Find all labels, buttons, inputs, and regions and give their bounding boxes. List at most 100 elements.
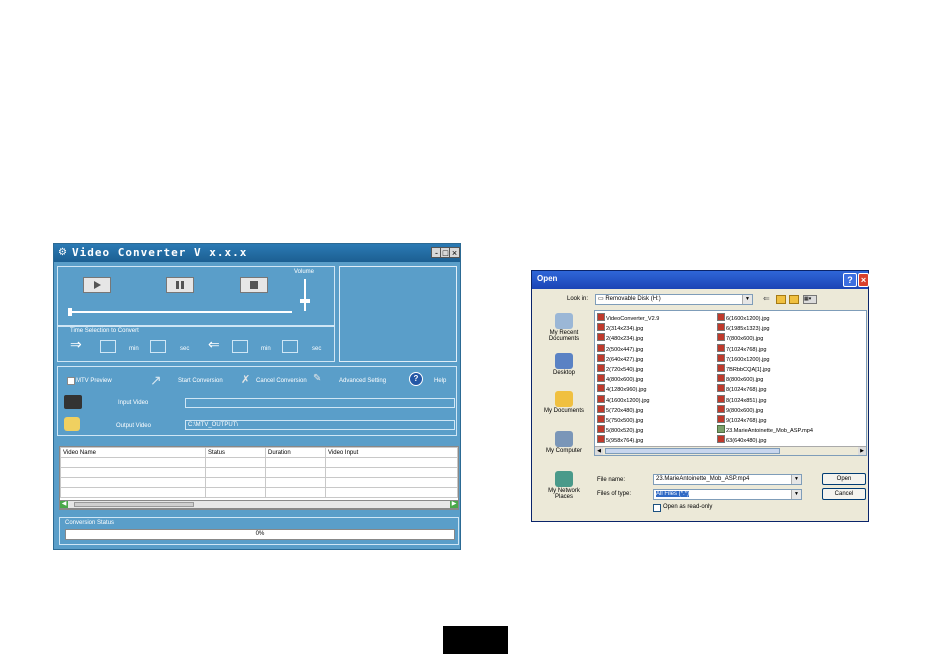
help-button[interactable]: Help — [434, 378, 446, 384]
start-conversion-icon[interactable]: ↗ — [150, 372, 162, 389]
file-item[interactable]: 7(1600x1200).jpg — [717, 353, 770, 363]
file-item[interactable]: 4(1280x960).jpg — [597, 384, 646, 393]
output-video-field[interactable]: C:\MTV_OUTPUT\ — [185, 420, 455, 430]
file-name: 8(1024x851).jpg — [726, 397, 767, 404]
start-min-input[interactable] — [100, 340, 116, 353]
file-item[interactable]: 5(720x480).jpg — [597, 404, 643, 414]
input-video-field[interactable] — [185, 398, 455, 408]
files-of-type-label: Files of type: — [597, 491, 632, 497]
up-folder-icon[interactable] — [776, 295, 786, 304]
file-item[interactable]: 6(1600x1200).jpg — [717, 313, 770, 322]
file-name-input[interactable]: 23.MarieAntoinette_Mob_ASP.mp4 ▼ — [653, 474, 802, 485]
file-item[interactable]: 63(640x480).jpg — [717, 435, 766, 444]
views-menu-icon[interactable]: ▦▾ — [803, 295, 817, 304]
place-label: My Computer — [545, 448, 582, 454]
place-my-network-places[interactable]: My Network Places — [539, 471, 589, 500]
advanced-setting-icon[interactable]: ✎ — [313, 373, 321, 384]
open-button[interactable]: Open — [822, 473, 866, 485]
file-item[interactable]: 2(314x234).jpg — [597, 323, 643, 332]
file-item[interactable]: 23.MarieAntoinette_Mob_ASP.mp4 — [717, 425, 813, 434]
place-desktop[interactable]: Desktop — [539, 353, 589, 376]
seek-bar[interactable] — [70, 311, 292, 313]
file-item[interactable]: VideoConverter_V2.9 — [597, 313, 659, 322]
start-conversion-button[interactable]: Start Conversion — [178, 378, 223, 384]
volume-slider[interactable] — [304, 279, 306, 311]
file-item[interactable]: 7(800x600).jpg — [717, 333, 763, 342]
folder-icon[interactable] — [64, 417, 80, 431]
file-item[interactable]: 7(1024x768).jpg — [717, 343, 766, 353]
column-header-video-input[interactable]: Video Input — [325, 447, 458, 458]
dialog-title-bar[interactable]: Open ? × — [532, 271, 869, 289]
stop-button[interactable] — [240, 277, 268, 293]
file-name: 8(1024x768).jpg — [726, 387, 767, 394]
help-icon[interactable]: ? — [409, 372, 423, 386]
file-item[interactable]: 4(1600x1200).jpg — [597, 394, 650, 404]
table-row[interactable] — [60, 467, 458, 478]
image-file-icon — [597, 333, 605, 342]
help-button-icon[interactable]: ? — [843, 273, 857, 287]
chevron-down-icon[interactable]: ▼ — [791, 490, 801, 499]
dialog-close-icon[interactable]: × — [858, 273, 869, 287]
file-item[interactable]: 8(1024x851).jpg — [717, 394, 767, 404]
end-min-input[interactable] — [232, 340, 248, 353]
new-folder-icon[interactable] — [789, 295, 799, 304]
cancel-conversion-button[interactable]: Cancel Conversion — [256, 378, 307, 384]
file-item[interactable]: 2(500x447).jpg — [597, 343, 643, 353]
image-file-icon — [597, 353, 605, 362]
file-item[interactable]: 9(1024x768).jpg — [717, 415, 766, 424]
volume-slider-thumb[interactable] — [300, 299, 310, 303]
end-sec-input[interactable] — [282, 340, 298, 353]
close-button[interactable]: × — [449, 247, 460, 258]
file-list[interactable]: VideoConverter_V2.9 2(314x234).jpg 2(480x2… — [594, 310, 867, 456]
file-item[interactable]: 4(800x600).jpg — [597, 374, 643, 383]
open-readonly-checkbox[interactable] — [653, 504, 661, 512]
table-row[interactable] — [60, 487, 458, 498]
column-header-status[interactable]: Status — [205, 447, 266, 458]
chevron-down-icon[interactable]: ▼ — [742, 295, 752, 304]
column-header-video-name[interactable]: Video Name — [60, 447, 206, 458]
cancel-button[interactable]: Cancel — [822, 488, 866, 500]
scroll-right-icon[interactable]: ▶ — [858, 447, 866, 455]
scroll-left-icon[interactable]: ◀ — [60, 501, 68, 508]
file-item[interactable]: 8(800x600).jpg — [717, 374, 763, 383]
place-my-computer[interactable]: My Computer — [539, 431, 589, 454]
file-item[interactable]: 9(800x600).jpg — [717, 404, 763, 414]
file-name: 6(1600x1200).jpg — [726, 316, 770, 322]
title-bar[interactable]: ⚙ Video Converter V x.x.x - □ × — [54, 244, 460, 262]
scrollbar-thumb[interactable] — [74, 502, 194, 507]
horizontal-scrollbar[interactable]: ◀ ▶ — [59, 500, 459, 509]
file-item[interactable]: 5(750x500).jpg — [597, 415, 643, 424]
column-header-duration[interactable]: Duration — [265, 447, 326, 458]
pause-button[interactable] — [166, 277, 194, 293]
file-name: 2(720x540).jpg — [606, 367, 644, 373]
scroll-right-icon[interactable]: ▶ — [450, 501, 458, 508]
start-sec-input[interactable] — [150, 340, 166, 353]
look-in-select[interactable]: ▭ Removable Disk (H:) ▼ — [595, 294, 753, 305]
table-row[interactable] — [60, 477, 458, 488]
file-item[interactable]: 5(800x520).jpg — [597, 425, 643, 434]
file-item[interactable]: 2(480x234).jpg — [597, 333, 643, 342]
play-button[interactable] — [83, 277, 111, 293]
place-my-recent-documents[interactable]: My Recent Documents — [539, 313, 589, 342]
advanced-setting-button[interactable]: Advanced Setting — [339, 378, 386, 384]
file-item[interactable]: 2(720x540).jpg — [597, 364, 643, 373]
files-of-type-select[interactable]: All Files (*.*) ▼ — [653, 489, 802, 500]
look-in-value: Removable Disk (H:) — [605, 296, 661, 302]
place-my-documents[interactable]: My Documents — [539, 391, 589, 414]
scroll-left-icon[interactable]: ◀ — [595, 447, 603, 455]
stop-icon — [250, 281, 258, 289]
file-item[interactable]: 8(1024x768).jpg — [717, 384, 766, 393]
file-list-scrollbar[interactable]: ◀ ▶ — [595, 446, 866, 455]
file-item[interactable]: 6(1985x1323).jpg — [717, 323, 770, 332]
chevron-down-icon[interactable]: ▼ — [791, 475, 801, 484]
seek-bar-thumb[interactable] — [68, 308, 72, 316]
pause-icon — [176, 281, 184, 289]
mtv-preview-checkbox[interactable] — [67, 377, 75, 385]
file-item[interactable]: 7BRbbCQA[1].jpg — [717, 364, 770, 373]
cancel-conversion-icon[interactable]: ✗ — [241, 373, 250, 386]
back-icon[interactable]: ⇐ — [763, 294, 770, 303]
table-row[interactable] — [60, 457, 458, 468]
scrollbar-thumb[interactable] — [605, 448, 780, 454]
file-item[interactable]: 5(958x764).jpg — [597, 435, 643, 444]
file-item[interactable]: 2(640x427).jpg — [597, 353, 643, 363]
